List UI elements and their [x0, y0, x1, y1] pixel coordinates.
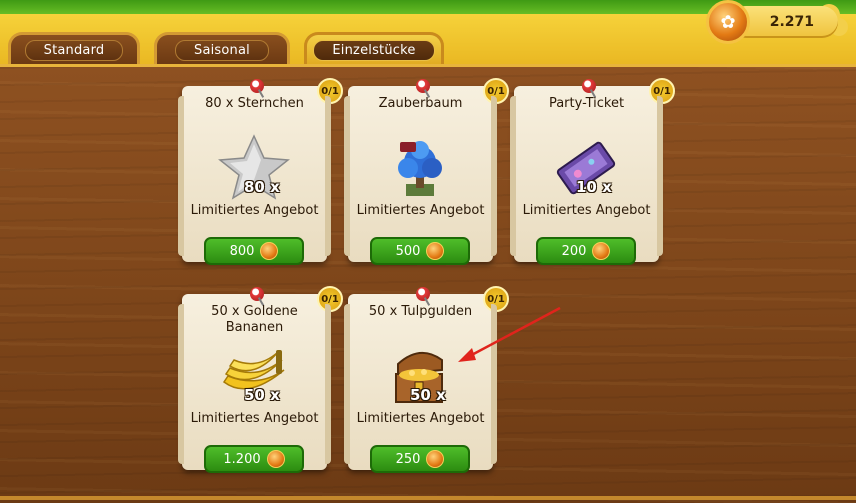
buy-button[interactable]: 1.200	[204, 445, 304, 473]
offer-label: Limitiertes Angebot	[190, 411, 319, 426]
offer-card-stars: 0/1 80 x Sternchen 80 x Limitiertes Ange…	[178, 78, 343, 265]
offer-label: Limitiertes Angebot	[356, 203, 485, 218]
offer-label: Limitiertes Angebot	[522, 203, 651, 218]
price-value: 250	[395, 451, 421, 467]
card-title: Party-Ticket	[548, 96, 625, 111]
pin-icon	[416, 79, 430, 93]
buy-button[interactable]: 200	[536, 237, 636, 265]
offer-card-golden-bananas: 0/1 50 x Goldene Bananen 50 x Limitierte…	[178, 286, 343, 473]
card-title: 50 x Goldene Bananen	[211, 304, 298, 335]
tab-single-items-label: Einzelstücke	[313, 40, 435, 61]
card-title: Zauberbaum	[378, 96, 463, 111]
coin-icon	[426, 242, 445, 260]
coin-icon	[266, 450, 285, 468]
buy-button[interactable]: 500	[370, 237, 470, 265]
item-quantity: 50 x	[244, 386, 280, 404]
tab-single-items[interactable]: Einzelstücke	[304, 32, 444, 66]
coin-icon	[592, 242, 611, 260]
tab-seasonal-label: Saisonal	[175, 40, 269, 61]
tab-standard-label: Standard	[24, 40, 124, 61]
coin-icon	[426, 450, 445, 468]
price-value: 500	[395, 243, 421, 259]
coin-balance-value: 2.271	[769, 14, 814, 30]
offer-label: Limitiertes Angebot	[190, 203, 319, 218]
buy-button[interactable]: 800	[204, 237, 304, 265]
tab-seasonal[interactable]: Saisonal	[154, 32, 290, 66]
offer-label: Limitiertes Angebot	[356, 411, 485, 426]
red-arrow-annotation	[458, 306, 561, 362]
offer-card-magic-tree: 0/1 Zauberbaum Limitiertes Angebot 500	[344, 78, 509, 265]
board-bottom-edge	[0, 496, 856, 500]
card-title: 80 x Sternchen	[205, 96, 304, 111]
coin-icon	[260, 242, 279, 260]
coin-counter: 2.271 ✿	[706, 0, 856, 46]
pin-icon	[250, 79, 264, 93]
magic-tree-icon	[398, 141, 442, 196]
price-value: 200	[561, 243, 587, 259]
item-quantity: 80 x	[244, 178, 280, 196]
coin-icon: ✿	[706, 0, 750, 44]
item-quantity: 10 x	[576, 178, 612, 196]
pin-icon	[416, 287, 430, 301]
price-value: 1.200	[223, 451, 261, 467]
pin-icon	[250, 287, 264, 301]
pin-icon	[582, 79, 596, 93]
tab-standard[interactable]: Standard	[8, 32, 140, 66]
item-quantity: 50 x	[410, 386, 446, 404]
offer-card-party-ticket: 0/1 Party-Ticket 10 x Limitiertes Angebo…	[510, 78, 675, 265]
price-value: 800	[229, 243, 255, 259]
buy-button[interactable]: 250	[370, 445, 470, 473]
